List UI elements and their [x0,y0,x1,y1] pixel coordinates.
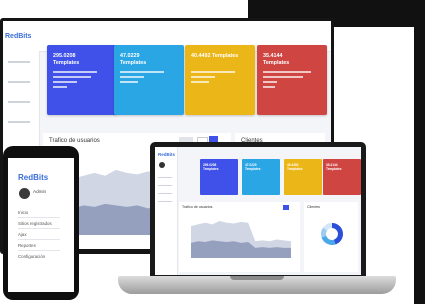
brand-logo[interactable]: RedBits [18,173,48,182]
stat-label: Templates [245,167,261,171]
black-bar-side [414,27,425,304]
menu-item-ajax[interactable]: Ajax [18,232,27,237]
stat-value: 47.0229 [120,53,140,59]
menu-item-configuracion[interactable]: Configuración [18,254,45,259]
user-name[interactable]: Admin [33,189,46,194]
brand-logo[interactable]: RedBits [158,152,175,157]
chart-title: Trafico de usuarios [182,205,213,209]
stat-card-4[interactable]: 35.4144 Templates [257,45,327,115]
stat-card-1[interactable]: 295.0208 Templates [200,159,238,195]
sidebar-item[interactable] [158,185,172,186]
stat-card-3[interactable]: 40.4492 Templates [185,45,255,115]
avatar[interactable] [159,162,165,168]
sidebar-item[interactable] [8,121,30,123]
sidebar-item[interactable] [158,177,172,178]
laptop-trackpad-notch [230,276,284,280]
stat-card-1[interactable]: 295.0208 Templates [47,45,117,115]
stat-value: 40.4492 Templates [191,53,239,59]
clients-title: Clientes [307,205,320,209]
sidebar-item[interactable] [8,81,30,83]
sidebar-item[interactable] [8,61,30,63]
menu-item-reportes[interactable]: Reportes [18,243,36,248]
stat-label: Templates [326,167,342,171]
phone-screen: RedBits Admin Inicio Sitios registrados … [8,158,74,292]
donut-slice-2 [321,235,336,245]
stat-card-2[interactable]: 47.0229 Templates [114,45,184,115]
stat-label: Templates [203,167,219,171]
stat-card-3[interactable]: 40.4492 Templates [284,159,322,195]
clients-donut-chart [321,223,343,245]
stat-label: Templates [263,60,290,66]
sidebar-item[interactable] [8,101,30,103]
menu-item-sitios[interactable]: Sitios registrados [18,221,52,226]
stat-card-4[interactable]: 35.4144 Templates [323,159,361,195]
stat-label: Templates [120,60,147,66]
clients-panel: Clientes [304,202,358,272]
traffic-chart-panel: Trafico de usuarios [179,202,300,272]
menu-item-inicio[interactable]: Inicio [18,210,28,215]
chart-title: Trafico de usuarios [49,138,100,144]
stat-card-2[interactable]: 47.0229 Templates [242,159,280,195]
traffic-area-chart [191,221,291,258]
stat-label: Templates [287,167,303,171]
sidebar-item[interactable] [158,193,172,194]
sidebar-item[interactable] [158,201,172,202]
laptop-sidebar: RedBits [155,147,178,275]
stat-label: Templates [53,60,80,66]
chart-option-button[interactable] [283,205,289,210]
stat-value: 35.4144 [263,53,283,59]
laptop-screen: RedBits 295.0208 Templates 47.0229 Templ… [155,147,361,275]
stat-value: 295.0208 [53,53,76,59]
brand-logo[interactable]: RedBits [5,33,31,40]
avatar[interactable] [19,188,30,199]
